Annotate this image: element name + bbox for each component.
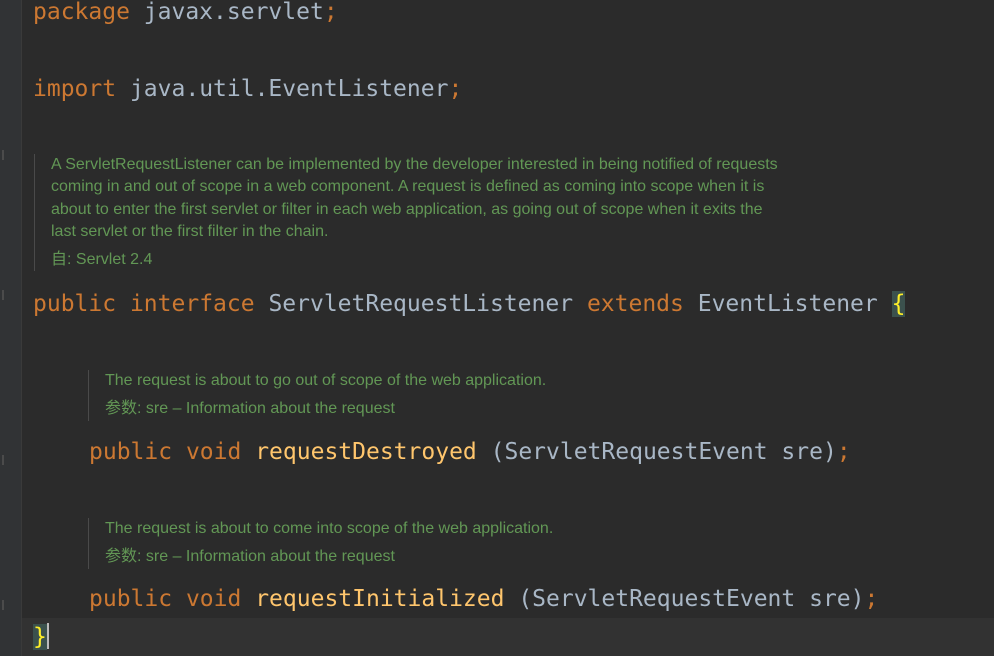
semicolon: ;: [323, 0, 338, 25]
editor-gutter[interactable]: [0, 0, 21, 656]
text-caret: [46, 623, 49, 649]
class-doc-comment[interactable]: A ServletRequestListener can be implemen…: [34, 154, 778, 272]
method-request-initialized[interactable]: public void requestInitialized (ServletR…: [89, 584, 878, 614]
method-params: (ServletRequestEvent sre): [490, 439, 837, 465]
interface-keyword: interface: [129, 291, 255, 317]
public-keyword: public: [89, 586, 173, 612]
public-keyword: public: [33, 291, 117, 317]
doc-text-line: The request is about to come into scope …: [105, 520, 554, 537]
doc-text-line: last servlet or the first filter in the …: [51, 222, 329, 240]
semicolon: ;: [836, 439, 851, 465]
method-params: (ServletRequestEvent sre): [518, 586, 865, 612]
semicolon: ;: [448, 76, 463, 102]
closing-brace-line[interactable]: }: [33, 622, 49, 652]
gutter-divider: [21, 0, 22, 656]
extends-keyword: extends: [586, 291, 684, 317]
close-brace: }: [33, 624, 47, 650]
fold-marker[interactable]: [2, 150, 4, 160]
import-line[interactable]: import java.util.EventListener;: [33, 74, 462, 104]
doc-text-line: A ServletRequestListener can be implemen…: [51, 156, 778, 173]
doc-param: 参数: sre – Information about the request: [105, 400, 395, 418]
method-name: requestDestroyed: [255, 439, 477, 465]
import-keyword: import: [33, 76, 117, 102]
doc-text-line: coming in and out of scope in a web comp…: [51, 178, 765, 196]
package-line[interactable]: package javax.servlet;: [33, 0, 338, 27]
fold-marker[interactable]: [2, 455, 4, 465]
package-name: javax.servlet: [143, 0, 324, 25]
doc-text-line: about to enter the first servlet or filt…: [51, 200, 763, 218]
doc-text-line: The request is about to go out of scope …: [105, 372, 547, 389]
public-keyword: public: [89, 439, 173, 465]
method-doc-comment[interactable]: The request is about to come into scope …: [88, 518, 553, 569]
fold-marker[interactable]: [2, 600, 4, 610]
method-name: requestInitialized: [255, 586, 505, 612]
open-brace: {: [891, 291, 906, 317]
current-line-highlight: [22, 618, 994, 656]
void-keyword: void: [185, 439, 242, 465]
doc-since: 自: Servlet 2.4: [51, 251, 153, 269]
fold-marker[interactable]: [2, 290, 4, 300]
import-name: java.util.EventListener: [129, 76, 449, 102]
doc-param: 参数: sre – Information about the request: [105, 548, 395, 566]
method-request-destroyed[interactable]: public void requestDestroyed (ServletReq…: [89, 437, 851, 467]
semicolon: ;: [864, 586, 879, 612]
interface-declaration[interactable]: public interface ServletRequestListener …: [33, 289, 906, 319]
method-doc-comment[interactable]: The request is about to go out of scope …: [88, 370, 546, 421]
code-editor[interactable]: package javax.servlet; import java.util.…: [0, 0, 994, 656]
package-keyword: package: [33, 0, 130, 25]
interface-name: ServletRequestListener: [268, 291, 574, 317]
void-keyword: void: [185, 586, 242, 612]
parent-interface-name: EventListener: [697, 291, 878, 317]
